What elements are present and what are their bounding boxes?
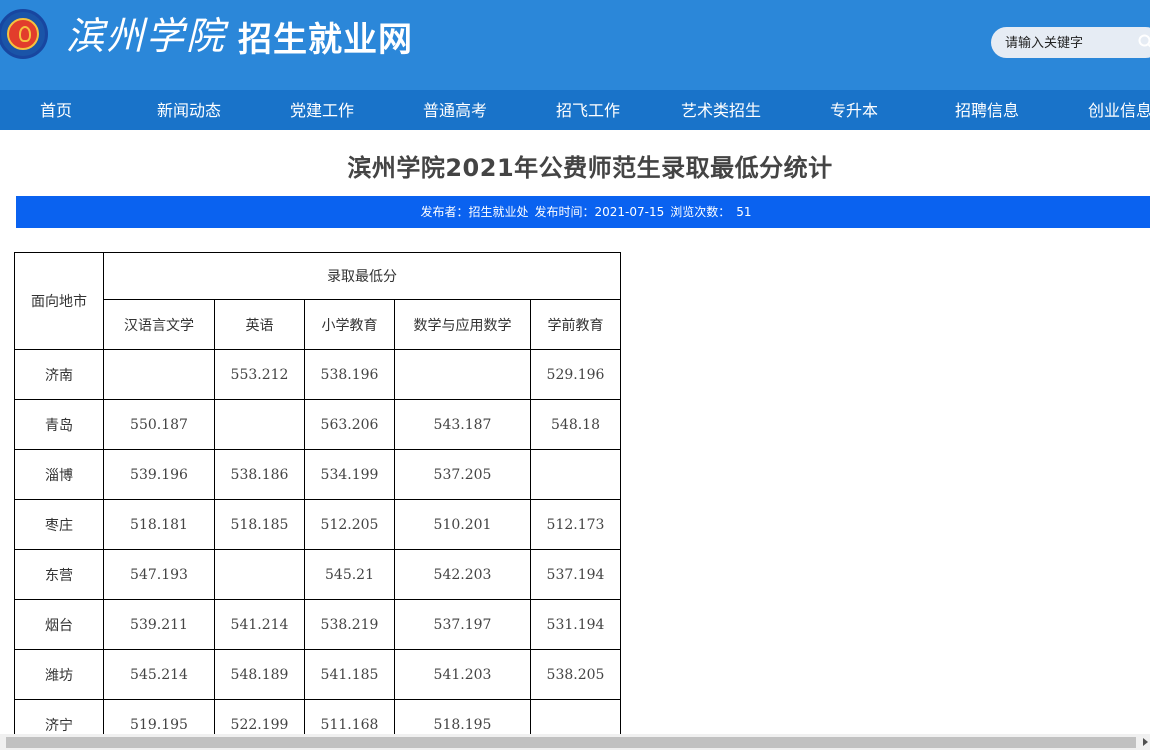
score-cell: [214, 399, 305, 450]
search-box: [991, 27, 1150, 58]
column-header: 学前教育: [530, 299, 621, 350]
score-cell: 512.205: [304, 499, 395, 550]
nav-item-art[interactable]: 艺术类招生: [681, 90, 761, 130]
score-cell: 529.196: [530, 349, 621, 400]
nav-item-home[interactable]: 首页: [40, 90, 72, 130]
score-cell: 545.21: [304, 549, 395, 600]
column-header: 小学教育: [304, 299, 395, 350]
score-cell: 539.211: [103, 599, 215, 650]
score-cell: 543.187: [394, 399, 531, 450]
table-row: 济南 553.212 538.196 529.196: [14, 349, 621, 400]
score-cell: 538.186: [214, 449, 305, 500]
score-cell: 537.194: [530, 549, 621, 600]
table-row: 东营 547.193 545.21 542.203 537.194: [14, 549, 621, 600]
score-cell: 553.212: [214, 349, 305, 400]
nav-item-jobs[interactable]: 招聘信息: [955, 90, 1019, 130]
meta-date: 发布时间：2021-07-15: [534, 205, 665, 219]
city-cell: 烟台: [14, 599, 104, 650]
score-cell: 537.205: [394, 449, 531, 500]
nav-item-gaokao[interactable]: 普通高考: [423, 90, 487, 130]
scroll-right-arrow-icon[interactable]: [1143, 738, 1148, 746]
horizontal-scrollbar[interactable]: [0, 734, 1150, 750]
score-cell: 518.181: [103, 499, 215, 550]
brand-script-logo[interactable]: 滨州学院: [66, 12, 226, 60]
city-cell: 东营: [14, 549, 104, 600]
score-cell: 538.205: [530, 649, 621, 700]
column-header: 数学与应用数学: [394, 299, 531, 350]
meta-views-label: 浏览次数：: [670, 205, 731, 219]
main-nav: 首页 新闻动态 党建工作 普通高考 招飞工作 艺术类招生 专升本 招聘信息 创业…: [0, 90, 1150, 130]
table-row: 潍坊 545.214 548.189 541.185 541.203 538.2…: [14, 649, 621, 700]
city-cell: 青岛: [14, 399, 104, 450]
score-cell: [214, 549, 305, 600]
score-cell: 541.185: [304, 649, 395, 700]
region-header: 面向地市: [14, 252, 104, 350]
score-cell: 512.173: [530, 499, 621, 550]
score-cell: 538.196: [304, 349, 395, 400]
score-table: 面向地市 录取最低分 汉语言文学 英语 小学教育 数学与应用数学 学前教育 济南…: [14, 252, 621, 750]
table-row: 青岛 550.187 563.206 543.187 548.18: [14, 399, 621, 450]
logo-mark-icon: [19, 26, 31, 42]
city-cell: 枣庄: [14, 499, 104, 550]
score-cell: [394, 349, 531, 400]
article-title: 滨州学院2021年公费师范生录取最低分统计: [347, 154, 833, 182]
scrollbar-thumb[interactable]: [6, 737, 1136, 748]
score-cell: 550.187: [103, 399, 215, 450]
meta-views-count: 51: [736, 205, 752, 219]
score-cell: 563.206: [304, 399, 395, 450]
table-header-row: 面向地市 录取最低分: [14, 252, 621, 350]
search-icon[interactable]: [1137, 33, 1150, 51]
search-input[interactable]: [1003, 33, 1127, 54]
score-cell: [530, 449, 621, 500]
score-cell: 518.185: [214, 499, 305, 550]
score-cell: 531.194: [530, 599, 621, 650]
university-logo-icon[interactable]: [0, 9, 48, 59]
table-row: 烟台 539.211 541.214 538.219 537.197 531.1…: [14, 599, 621, 650]
score-cell: 542.203: [394, 549, 531, 600]
score-cell: 534.199: [304, 449, 395, 500]
nav-item-startup[interactable]: 创业信息: [1088, 90, 1150, 130]
group-header: 录取最低分: [103, 252, 621, 300]
article-meta-bar: 发布者：招生就业处 发布时间：2021-07-15 浏览次数： 51: [16, 196, 1150, 228]
city-cell: 济南: [14, 349, 104, 400]
score-cell: 548.18: [530, 399, 621, 450]
column-header: 英语: [214, 299, 305, 350]
logo-emblem: [7, 18, 39, 50]
city-cell: 潍坊: [14, 649, 104, 700]
table-row: 淄博 539.196 538.186 534.199 537.205: [14, 449, 621, 500]
nav-item-upgrade[interactable]: 专升本: [830, 90, 878, 130]
score-cell: 537.197: [394, 599, 531, 650]
score-cell: 510.201: [394, 499, 531, 550]
column-header: 汉语言文学: [103, 299, 215, 350]
score-cell: 538.219: [304, 599, 395, 650]
score-cell: 539.196: [103, 449, 215, 500]
city-cell: 淄博: [14, 449, 104, 500]
score-cell: 545.214: [103, 649, 215, 700]
score-cell: 541.214: [214, 599, 305, 650]
nav-item-pilot[interactable]: 招飞工作: [556, 90, 620, 130]
site-title[interactable]: 招生就业网: [238, 18, 413, 62]
score-cell: 541.203: [394, 649, 531, 700]
score-cell: [103, 349, 215, 400]
table-subheader-row: 汉语言文学 英语 小学教育 数学与应用数学 学前教育: [15, 299, 621, 350]
nav-item-party[interactable]: 党建工作: [290, 90, 354, 130]
nav-item-news[interactable]: 新闻动态: [157, 90, 221, 130]
site-header: 滨州学院 招生就业网: [0, 0, 1150, 90]
score-cell: 548.189: [214, 649, 305, 700]
meta-publisher: 发布者：招生就业处: [420, 205, 529, 219]
score-cell: 547.193: [103, 549, 215, 600]
table-row: 枣庄 518.181 518.185 512.205 510.201 512.1…: [14, 499, 621, 550]
